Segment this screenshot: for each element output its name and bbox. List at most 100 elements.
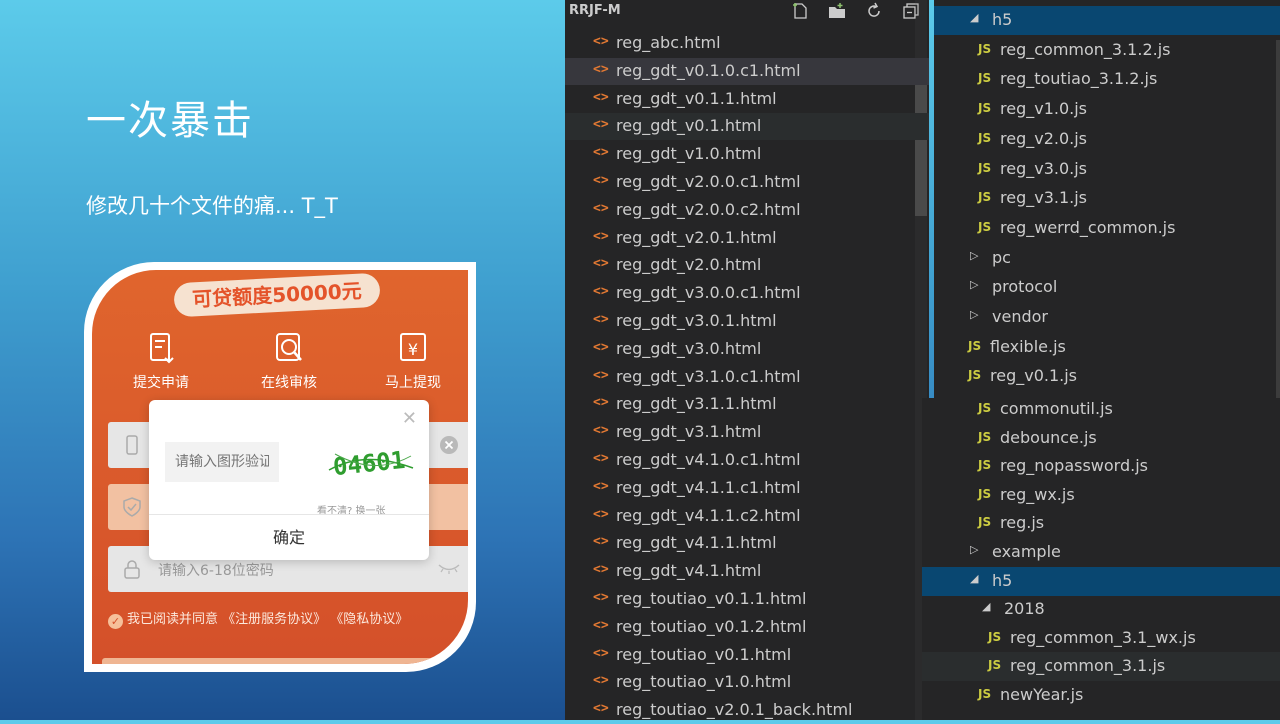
- file-item[interactable]: <> reg_toutiao_v0.1.html: [565, 642, 929, 669]
- js-file-item[interactable]: JS reg_v1.0.js: [934, 95, 1280, 124]
- js-file-item[interactable]: JS reg.js: [922, 509, 1280, 538]
- js-file-item[interactable]: JS commonutil.js: [922, 395, 1280, 424]
- tree-item-label: vendor: [992, 307, 1048, 326]
- tree-item-label: example: [992, 542, 1061, 561]
- js-file-icon: JS: [978, 160, 992, 175]
- js-file-item[interactable]: JS reg_wx.js: [922, 481, 1280, 510]
- chevron-down-icon[interactable]: ◢: [970, 572, 978, 585]
- file-item[interactable]: <> reg_gdt_v4.1.1.c2.html: [565, 503, 929, 530]
- js-file-item[interactable]: JS reg_common_3.1_wx.js: [922, 624, 1280, 653]
- confirm-button[interactable]: 确定: [149, 516, 429, 560]
- file-item[interactable]: <> reg_gdt_v4.1.1.html: [565, 530, 929, 557]
- eye-closed-icon[interactable]: [438, 562, 460, 574]
- file-name: reg_gdt_v0.1.0.c1.html: [616, 60, 801, 80]
- document-icon: [150, 333, 174, 364]
- js-file-item[interactable]: JS reg_common_3.1.2.js: [934, 36, 1280, 65]
- html-file-icon: <>: [593, 506, 609, 522]
- chevron-down-icon[interactable]: ◢: [982, 600, 990, 613]
- step-label: 马上提现: [385, 375, 441, 391]
- js-file-item[interactable]: JS reg_toutiao_3.1.2.js: [934, 65, 1280, 94]
- html-file-icon: <>: [593, 117, 609, 133]
- file-name: reg_gdt_v0.1.1.html: [616, 88, 777, 108]
- js-file-icon: JS: [968, 338, 982, 353]
- js-file-item[interactable]: JS reg_werrd_common.js: [934, 214, 1280, 243]
- js-file-icon: JS: [978, 101, 992, 116]
- file-item[interactable]: <> reg_gdt_v3.0.1.html: [565, 308, 929, 335]
- js-file-icon: JS: [978, 429, 992, 444]
- explorer-title: RRJF-M: [569, 3, 621, 18]
- yuan-icon: ¥: [400, 333, 426, 361]
- js-file-item[interactable]: JS reg_v3.1.js: [934, 184, 1280, 213]
- file-item[interactable]: <> reg_gdt_v2.0.1.html: [565, 225, 929, 252]
- js-file-item[interactable]: JS debounce.js: [922, 424, 1280, 453]
- js-file-item[interactable]: JS reg_v3.0.js: [934, 155, 1280, 184]
- file-item[interactable]: <> reg_toutiao_v0.1.2.html: [565, 614, 929, 641]
- js-file-item[interactable]: JS reg_common_3.1.js: [922, 652, 1280, 682]
- chevron-right-icon[interactable]: ▷: [970, 249, 978, 262]
- clear-icon[interactable]: [440, 436, 458, 454]
- step-review: 在线审核: [244, 330, 334, 392]
- file-item[interactable]: <> reg_gdt_v0.1.1.html: [565, 86, 929, 113]
- js-file-item[interactable]: JS reg_v0.1.js: [934, 362, 1280, 391]
- file-name: reg_gdt_v3.1.1.html: [616, 394, 777, 414]
- new-file-icon[interactable]: [790, 2, 810, 22]
- js-file-icon: JS: [978, 190, 992, 205]
- chevron-right-icon[interactable]: ▷: [970, 308, 978, 321]
- tree-item-label: reg_common_3.1.js: [1010, 656, 1166, 676]
- check-icon[interactable]: ✓: [108, 614, 123, 629]
- search-icon: [276, 333, 302, 361]
- chevron-right-icon[interactable]: ▷: [970, 278, 978, 291]
- file-item[interactable]: <> reg_gdt_v1.0.html: [565, 141, 929, 168]
- folder-item[interactable]: ◢ h5: [934, 6, 1280, 35]
- js-file-icon: JS: [978, 71, 992, 86]
- js-file-item[interactable]: JS reg_nopassword.js: [922, 452, 1280, 481]
- submit-button[interactable]: [102, 658, 458, 664]
- file-explorer: RRJF-M <> reg_abc.html <> reg_gdt_v0.1.0.c1…: [565, 0, 929, 720]
- file-item[interactable]: <> reg_gdt_v3.1.html: [565, 419, 929, 446]
- file-item[interactable]: <> reg_gdt_v0.1.0.c1.html: [565, 57, 929, 85]
- html-file-icon: <>: [593, 534, 609, 550]
- tree-item-label: reg_werrd_common.js: [1000, 217, 1176, 237]
- folder-tree-bottom: JS commonutil.js JS debounce.js JS reg_nopass…: [922, 398, 1280, 720]
- js-file-item[interactable]: JS reg_v2.0.js: [934, 125, 1280, 154]
- file-name: reg_toutiao_v0.1.2.html: [616, 616, 807, 636]
- new-folder-icon[interactable]: [827, 2, 847, 22]
- file-item[interactable]: <> reg_gdt_v3.0.0.c1.html: [565, 280, 929, 307]
- file-item[interactable]: <> reg_gdt_v0.1.html: [565, 113, 929, 141]
- refresh-icon[interactable]: [864, 2, 884, 22]
- agreement-row[interactable]: ✓ 我已阅读并同意 《注册服务协议》 《隐私协议》: [108, 608, 408, 629]
- file-name: reg_gdt_v2.0.html: [616, 255, 762, 275]
- folder-item[interactable]: ▷ example: [922, 538, 1280, 567]
- loan-amount-banner: 可贷额度50000元: [173, 272, 381, 318]
- chevron-down-icon[interactable]: ◢: [970, 11, 978, 24]
- file-name: reg_gdt_v4.1.0.c1.html: [616, 450, 801, 469]
- file-item[interactable]: <> reg_toutiao_v1.0.html: [565, 669, 929, 696]
- file-item[interactable]: <> reg_gdt_v2.0.0.c1.html: [565, 169, 929, 196]
- file-item[interactable]: <> reg_gdt_v3.1.0.c1.html: [565, 364, 929, 391]
- folder-item[interactable]: ▷ protocol: [934, 273, 1280, 302]
- folder-item[interactable]: ◢ h5: [922, 566, 1280, 596]
- close-icon[interactable]: ✕: [402, 408, 417, 429]
- file-item[interactable]: <> reg_gdt_v3.0.html: [565, 336, 929, 363]
- file-item[interactable]: <> reg_gdt_v4.1.0.c1.html: [565, 447, 929, 474]
- file-item[interactable]: <> reg_gdt_v3.1.1.html: [565, 391, 929, 418]
- file-item[interactable]: <> reg_gdt_v2.0.html: [565, 252, 929, 279]
- loan-app-screen: 可贷额度50000元 提交申请 在线审核 ¥ 马上提现 请输入6-18位密码 ✓…: [92, 270, 468, 664]
- js-file-icon: JS: [978, 458, 992, 473]
- html-file-icon: <>: [593, 61, 609, 77]
- captcha-image[interactable]: 04601: [325, 440, 417, 484]
- file-item[interactable]: <> reg_gdt_v4.1.html: [565, 558, 929, 585]
- folder-item[interactable]: ▷ pc: [934, 244, 1280, 273]
- tree-item-label: reg_toutiao_3.1.2.js: [1000, 69, 1158, 89]
- js-file-item[interactable]: JS flexible.js: [934, 333, 1280, 362]
- folder-item[interactable]: ▷ vendor: [934, 303, 1280, 332]
- file-item[interactable]: <> reg_gdt_v4.1.1.c1.html: [565, 475, 929, 502]
- captcha-input[interactable]: [165, 442, 279, 482]
- step-submit: 提交申请: [116, 330, 206, 392]
- file-item[interactable]: <> reg_abc.html: [565, 30, 929, 57]
- file-item[interactable]: <> reg_gdt_v2.0.0.c2.html: [565, 197, 929, 224]
- chevron-right-icon[interactable]: ▷: [970, 543, 978, 556]
- file-item[interactable]: <> reg_toutiao_v0.1.1.html: [565, 586, 929, 613]
- js-file-item[interactable]: JS newYear.js: [922, 681, 1280, 710]
- folder-item[interactable]: ◢ 2018: [922, 595, 1280, 624]
